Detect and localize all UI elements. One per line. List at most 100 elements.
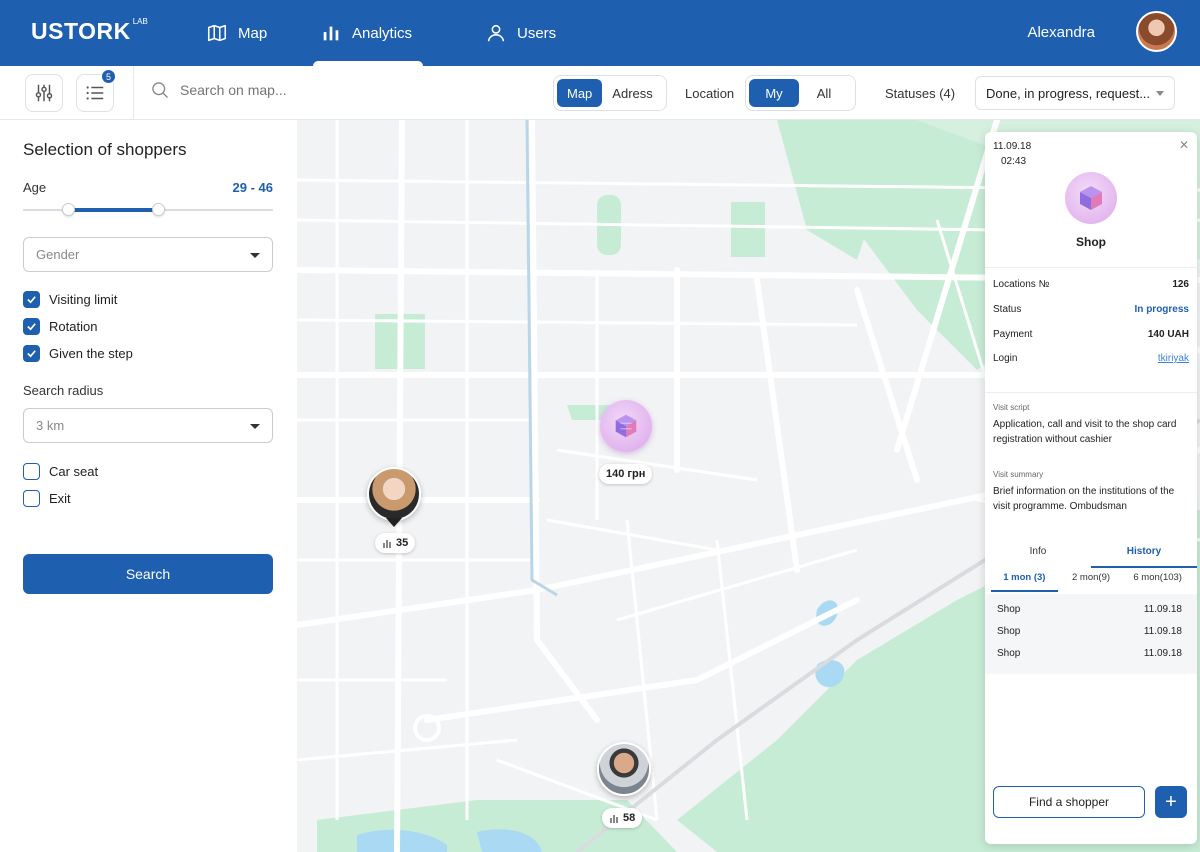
nav-map[interactable]: Map	[206, 0, 267, 66]
checkbox-checked[interactable]	[23, 291, 40, 308]
location-label: Location	[685, 86, 735, 101]
locations-row: Locations № 126	[993, 279, 1189, 290]
given-the-step-checkbox[interactable]: Given the step	[23, 345, 133, 362]
login-link[interactable]: tkiriyak	[1158, 353, 1189, 364]
map-icon	[207, 24, 227, 42]
checkbox-unchecked[interactable]	[23, 463, 40, 480]
nav-analytics-label: Analytics	[352, 24, 413, 42]
age-max-handle[interactable]	[152, 203, 165, 216]
statuses-select[interactable]: Done, in progress, request...	[975, 76, 1175, 110]
car-seat-checkbox[interactable]: Car seat	[23, 463, 98, 480]
tab-history[interactable]: History	[1091, 546, 1197, 568]
map-toolbar: 5 Map Adress Location My All Statuses (4…	[0, 66, 1200, 120]
nav-analytics[interactable]: Analytics	[320, 0, 412, 66]
shop-price: 140 грн	[606, 468, 646, 480]
view-toggle: Map Adress	[553, 75, 667, 111]
card-tabs: Info History	[985, 546, 1197, 568]
ustork-logo[interactable]: USTORK LAB	[31, 17, 148, 45]
shopper-pin-female[interactable]	[367, 467, 421, 521]
divider	[985, 392, 1197, 393]
shop-name: Shop	[1076, 235, 1106, 249]
sliders-icon	[35, 84, 53, 102]
bar-chart-icon	[383, 540, 391, 548]
search-radius-value: 3 km	[36, 418, 65, 433]
list-item[interactable]: Shop 11.09.18	[997, 604, 1182, 615]
visit-script-text: Application, call and visit to the shop …	[993, 419, 1177, 445]
login-label: Login	[993, 353, 1018, 364]
find-shopper-button[interactable]: Find a shopper	[993, 786, 1145, 818]
close-icon[interactable]: ✕	[1179, 138, 1189, 152]
user-avatar[interactable]	[1136, 11, 1177, 52]
location-toggle: My All	[745, 75, 856, 111]
shop-cube-icon	[1080, 186, 1102, 210]
filters-button[interactable]	[25, 74, 63, 112]
age-range-slider[interactable]	[23, 203, 273, 216]
shop-logo	[1065, 172, 1117, 224]
period-6-months[interactable]: 6 mon(103)	[1124, 572, 1191, 592]
check-icon	[27, 296, 36, 304]
pin-pointer	[386, 518, 402, 527]
locations-value: 126	[1172, 279, 1189, 290]
bar-chart-icon	[610, 815, 618, 823]
view-map-option[interactable]: Map	[557, 79, 603, 107]
search-button[interactable]: Search	[23, 554, 273, 594]
location-all-option[interactable]: All	[799, 79, 849, 107]
exit-checkbox[interactable]: Exit	[23, 490, 71, 507]
shop-pin[interactable]	[600, 400, 652, 452]
statuses-label: Statuses (4)	[885, 86, 956, 101]
checkbox-unchecked[interactable]	[23, 490, 40, 507]
search-radius-label: Search radius	[23, 383, 104, 398]
map-search	[150, 80, 380, 100]
history-period-tabs: 1 mon (3) 2 mon(9) 6 mon(103)	[991, 572, 1191, 592]
shopper-filter-panel: Selection of shoppers Age 29 - 46 Gender…	[0, 120, 297, 852]
status-value: In progress	[1134, 304, 1189, 315]
age-min-handle[interactable]	[62, 203, 75, 216]
history-shop: Shop	[997, 604, 1021, 615]
statuses-value: Done, in progress, request...	[986, 85, 1151, 101]
list-item[interactable]: Shop 11.09.18	[997, 648, 1182, 659]
checkbox-checked[interactable]	[23, 318, 40, 335]
check-icon	[27, 350, 36, 358]
login-row: Login tkiriyak	[993, 353, 1189, 364]
chevron-down-icon	[1156, 91, 1164, 96]
search-radius-select[interactable]: 3 km	[23, 408, 273, 443]
visit-script-label: Visit script	[993, 403, 1030, 412]
shop-detail-card: ✕ 11.09.18 02:43 Shop Locations № 126 St…	[985, 132, 1197, 844]
nav-users[interactable]: Users	[485, 0, 556, 66]
chevron-down-icon	[250, 253, 260, 258]
checkbox-checked[interactable]	[23, 345, 40, 362]
shopper-visits-chip: 35	[375, 533, 416, 553]
period-1-month[interactable]: 1 mon (3)	[991, 572, 1058, 592]
period-2-months[interactable]: 2 mon(9)	[1058, 572, 1125, 592]
payment-row: Payment 140 UAH	[993, 329, 1189, 340]
visiting-limit-checkbox[interactable]: Visiting limit	[23, 291, 117, 308]
bar-chart-icon	[323, 26, 339, 41]
history-date: 11.09.18	[1143, 648, 1182, 659]
age-range-fill	[68, 208, 158, 212]
user-name[interactable]: Alexandra	[1027, 24, 1095, 41]
map-search-input[interactable]	[180, 82, 380, 98]
payment-value: 140 UAH	[1147, 329, 1189, 340]
shopper-pin-male[interactable]	[597, 742, 651, 796]
add-button[interactable]: +	[1155, 786, 1187, 818]
checkbox-label: Exit	[49, 491, 71, 506]
user-icon	[487, 24, 505, 42]
visit-summary-label: Visit summary	[993, 470, 1044, 479]
gender-placeholder: Gender	[36, 247, 80, 262]
history-shop: Shop	[997, 648, 1021, 659]
status-label: Status	[993, 304, 1022, 315]
locations-label: Locations №	[993, 279, 1050, 290]
visit-datetime: 11.09.18 02:43	[993, 139, 1031, 169]
tab-info[interactable]: Info	[985, 546, 1091, 568]
shopper-visits-chip: 58	[602, 808, 643, 828]
rotation-checkbox[interactable]: Rotation	[23, 318, 97, 335]
list-item[interactable]: Shop 11.09.18	[997, 626, 1182, 637]
status-row: Status In progress	[993, 304, 1189, 315]
divider	[985, 267, 1197, 268]
gender-select[interactable]: Gender	[23, 237, 273, 272]
nav-users-label: Users	[517, 24, 557, 42]
view-adress-option[interactable]: Adress	[602, 79, 662, 107]
location-my-option[interactable]: My	[749, 79, 799, 107]
list-button[interactable]: 5	[76, 69, 116, 112]
top-navigation-bar: USTORK LAB Map Analytics Users Alexandra	[0, 0, 1200, 66]
